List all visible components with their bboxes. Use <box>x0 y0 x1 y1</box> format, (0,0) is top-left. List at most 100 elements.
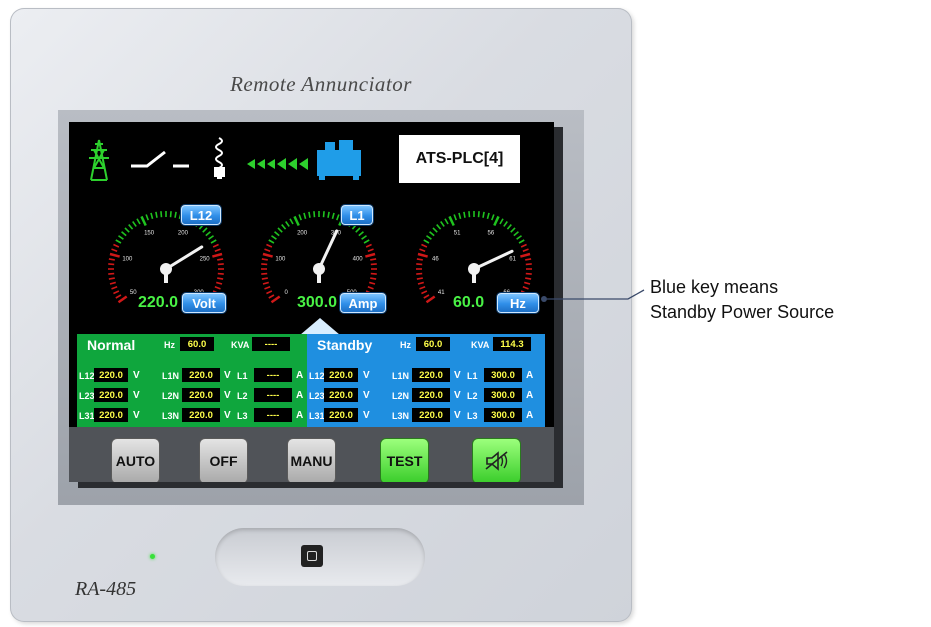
gauge-tick <box>303 212 307 219</box>
standby-row-value: 220.0 <box>412 388 450 402</box>
gauge-tick <box>264 248 271 252</box>
gauge-tick <box>266 243 273 248</box>
normal-kva-label: KVA <box>231 340 250 350</box>
gauge-tick <box>351 224 357 230</box>
gauge2-value: 300.0 <box>297 294 338 311</box>
gauge-tick <box>423 294 430 299</box>
gauge-tick <box>525 263 532 266</box>
flow-arrows-icon <box>247 158 308 170</box>
gauge-tick <box>289 218 294 225</box>
annotation-text: Blue key means Standby Power Source <box>650 275 834 325</box>
gauge2-key[interactable]: L1 <box>341 205 373 225</box>
standby-row-unit: A <box>526 390 534 401</box>
generator-icon <box>317 140 361 180</box>
normal-row-unit: V <box>133 370 140 381</box>
gauge-tick <box>513 231 519 237</box>
gauge-tick <box>298 214 302 221</box>
gauge-tick-label: 100 <box>275 257 286 263</box>
normal-row-unit: V <box>224 390 231 401</box>
gauge-tick <box>285 221 290 227</box>
normal-row-label: L31 <box>79 411 95 421</box>
gauge-tick <box>261 272 268 275</box>
gauge-tick <box>108 272 115 275</box>
normal-row-unit: V <box>224 370 231 381</box>
gauge-tick <box>525 277 532 280</box>
gauge-tick <box>274 231 280 237</box>
normal-panel: Normal Hz 60.0 KVA ---- L12 220.0 V L1N 220.… <box>77 334 307 427</box>
normal-row-label: L1 <box>237 371 248 381</box>
normal-row-unit: A <box>296 410 304 421</box>
standby-panel: Standby Hz 60.0 KVA 114.3 L12 220.0 V L1N 22… <box>307 334 545 427</box>
normal-row-label: L2N <box>162 391 180 401</box>
normal-row-value: 220.0 <box>94 388 128 402</box>
auto-button[interactable]: AUTO <box>111 438 160 482</box>
standby-row-unit: V <box>454 410 461 421</box>
gauge-tick <box>367 248 374 252</box>
gauge-tick <box>216 281 223 285</box>
gauge-tick <box>491 214 495 221</box>
gauge-tick <box>108 277 115 280</box>
gauge-tick-label: 200 <box>297 231 308 237</box>
standby-title: Standby <box>317 337 373 353</box>
gauge-tick <box>419 286 426 290</box>
standby-row-value: 300.0 <box>484 368 522 382</box>
gauge-tick <box>118 235 124 240</box>
standby-row-unit: V <box>454 370 461 381</box>
gauge-tick-label: 100 <box>122 257 133 263</box>
normal-row-unit: V <box>133 390 140 401</box>
normal-row-unit: A <box>296 370 304 381</box>
standby-row-value: 300.0 <box>484 408 522 422</box>
gauge-tick <box>308 211 311 218</box>
gauge3-unit-key[interactable]: Hz <box>497 293 539 313</box>
gauge-tick <box>281 224 287 230</box>
off-button[interactable]: OFF <box>199 438 248 482</box>
gauge-tick <box>419 248 426 252</box>
gauge-tick <box>416 258 423 261</box>
gauge-tick <box>264 286 271 290</box>
gauge-tick <box>429 231 435 237</box>
gauge2-unit-key[interactable]: Amp <box>340 293 386 313</box>
standby-row-value: 220.0 <box>324 408 358 422</box>
normal-row-value: 220.0 <box>182 368 220 382</box>
gauge1-unit-key[interactable]: Volt <box>182 293 226 313</box>
gauge-tick <box>150 212 154 219</box>
gauge-tick <box>468 211 471 218</box>
gauge-tick <box>132 221 137 227</box>
manu-button[interactable]: MANU <box>287 438 336 482</box>
mute-button[interactable] <box>472 438 521 482</box>
normal-row-label: L23 <box>79 391 95 401</box>
gauge-tail <box>472 273 476 283</box>
gauge-tick <box>169 211 172 218</box>
normal-row-unit: V <box>224 410 231 421</box>
selector-pointer <box>300 318 340 335</box>
gauge-tick <box>506 224 512 230</box>
gauge-tick <box>111 248 118 252</box>
gauge-tick <box>486 212 490 219</box>
gauge-tick <box>160 211 163 218</box>
standby-row-unit: V <box>363 410 370 421</box>
gauge-tick <box>421 290 428 295</box>
gauge-tick-label: 50 <box>130 290 137 296</box>
gauge-tick-label: 41 <box>438 290 445 296</box>
gauge-tick <box>426 235 432 240</box>
gauge-tick <box>525 272 532 275</box>
gauge-tick <box>108 263 115 266</box>
gauge-tick <box>212 243 219 248</box>
standby-row-label: L3 <box>467 411 478 421</box>
gauge-tick <box>217 272 224 275</box>
device-title: Remote Annunciator <box>230 72 412 96</box>
display-screen: ATS-PLC[4] 50100150200250300010020030040… <box>69 122 554 482</box>
standby-row-unit: V <box>363 390 370 401</box>
home-button[interactable] <box>301 545 323 567</box>
gauge-tick <box>115 239 122 244</box>
speaker-mute-icon <box>484 451 508 471</box>
gauge-tick <box>416 263 423 266</box>
gauge-tick <box>493 215 500 227</box>
normal-kva-value: ---- <box>252 337 290 351</box>
gauge1-key[interactable]: L12 <box>181 205 221 225</box>
gauge-tick <box>336 214 340 221</box>
test-button[interactable]: TEST <box>380 438 429 482</box>
gauge3-value: 60.0 <box>453 294 485 311</box>
standby-row-value: 300.0 <box>484 388 522 402</box>
standby-row-value: 220.0 <box>412 368 450 382</box>
